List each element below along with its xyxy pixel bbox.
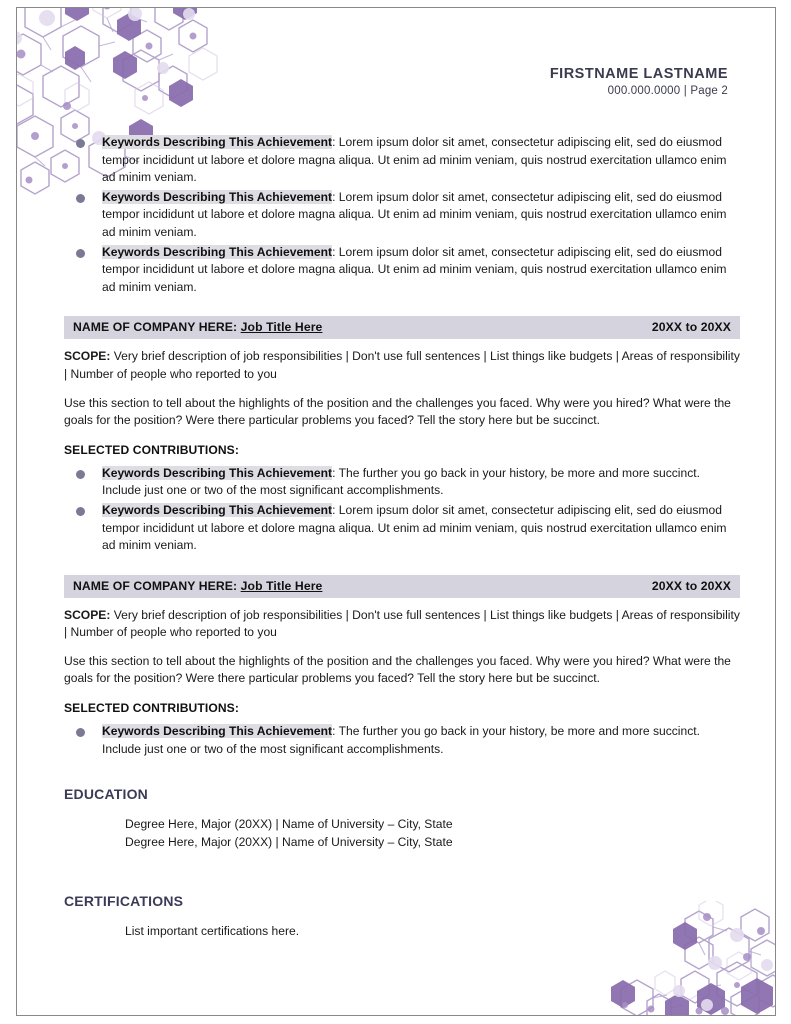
position-story: Use this section to tell about the highl…: [64, 395, 731, 428]
contact-and-page: 000.000.0000 | Page 2: [607, 85, 728, 97]
achievement-keyword: Keywords Describing This Achievement: [102, 502, 333, 517]
experience-entry: NAME OF COMPANY HERE: Job Title Here 20XX…: [64, 574, 740, 759]
certifications-heading: CERTIFICATIONS: [64, 893, 184, 910]
selected-contributions-heading: SELECTED CONTRIBUTIONS:: [64, 701, 239, 716]
achievement-bullet: Keywords Describing This Achievement: Th…: [64, 465, 740, 500]
employment-dates: 20XX to 20XX: [651, 320, 731, 335]
scope-label: SCOPE:: [64, 607, 111, 622]
top-achievements-list: Keywords Describing This Achievement: Lo…: [64, 134, 740, 296]
job-title: Job Title Here: [240, 320, 323, 335]
certification-entries: List important certifications here.: [64, 922, 740, 940]
certification-entry: List important certifications here.: [125, 924, 300, 939]
employment-dates: 20XX to 20XX: [651, 578, 731, 593]
achievement-bullet: Keywords Describing This Achievement: Lo…: [64, 134, 740, 187]
resume-page: FIRSTNAME LASTNAME 000.000.0000 | Page 2…: [16, 7, 776, 1016]
achievement-keyword: Keywords Describing This Achievement: [102, 189, 333, 204]
scope-text: Very brief description of job responsibi…: [64, 607, 740, 640]
achievement-keyword: Keywords Describing This Achievement: [102, 135, 333, 149]
achievement-keyword: Keywords Describing This Achievement: [102, 724, 333, 739]
education-entry: Degree Here, Major (20XX) | Name of Univ…: [125, 835, 453, 850]
achievement-keyword: Keywords Describing This Achievement: [102, 465, 333, 480]
achievement-bullet: Keywords Describing This Achievement: Lo…: [64, 189, 740, 242]
achievement-bullet: Keywords Describing This Achievement: Lo…: [64, 502, 740, 555]
contributions-list: Keywords Describing This Achievement: Th…: [64, 465, 740, 555]
scope-line: SCOPE: Very brief description of job res…: [64, 607, 740, 642]
education-entry: Degree Here, Major (20XX) | Name of Univ…: [125, 817, 453, 832]
company-name: NAME OF COMPANY HERE:: [73, 578, 241, 593]
achievement-bullet: Keywords Describing This Achievement: Lo…: [64, 244, 740, 297]
document-header: FIRSTNAME LASTNAME 000.000.0000 | Page 2: [550, 66, 728, 97]
experience-entry: NAME OF COMPANY HERE: Job Title Here 20XX…: [64, 316, 740, 554]
candidate-name: FIRSTNAME LASTNAME: [549, 66, 728, 82]
scope-text: Very brief description of job responsibi…: [64, 349, 740, 381]
achievement-bullet: Keywords Describing This Achievement: Th…: [64, 723, 740, 758]
experience-sections: NAME OF COMPANY HERE: Job Title Here 20XX…: [64, 316, 740, 758]
company-and-title: NAME OF COMPANY HERE: Job Title Here: [73, 320, 322, 334]
company-and-title: NAME OF COMPANY HERE: Job Title Here: [73, 579, 322, 593]
scope-line: SCOPE: Very brief description of job res…: [64, 348, 740, 383]
resume-content: Keywords Describing This Achievement: Lo…: [64, 134, 740, 940]
selected-contributions-heading: SELECTED CONTRIBUTIONS:: [64, 442, 239, 457]
company-name: NAME OF COMPANY HERE:: [73, 320, 241, 335]
scope-label: SCOPE:: [64, 349, 111, 364]
position-story: Use this section to tell about the highl…: [64, 653, 731, 686]
education-heading: EDUCATION: [64, 786, 148, 803]
contributions-list: Keywords Describing This Achievement: Th…: [64, 723, 740, 758]
education-entries: Degree Here, Major (20XX) | Name of Univ…: [64, 815, 740, 851]
achievement-keyword: Keywords Describing This Achievement: [102, 244, 333, 259]
job-title: Job Title Here: [240, 578, 323, 593]
company-header-bar: NAME OF COMPANY HERE: Job Title Here 20XX…: [64, 316, 740, 340]
company-header-bar: NAME OF COMPANY HERE: Job Title Here 20XX…: [64, 574, 740, 598]
